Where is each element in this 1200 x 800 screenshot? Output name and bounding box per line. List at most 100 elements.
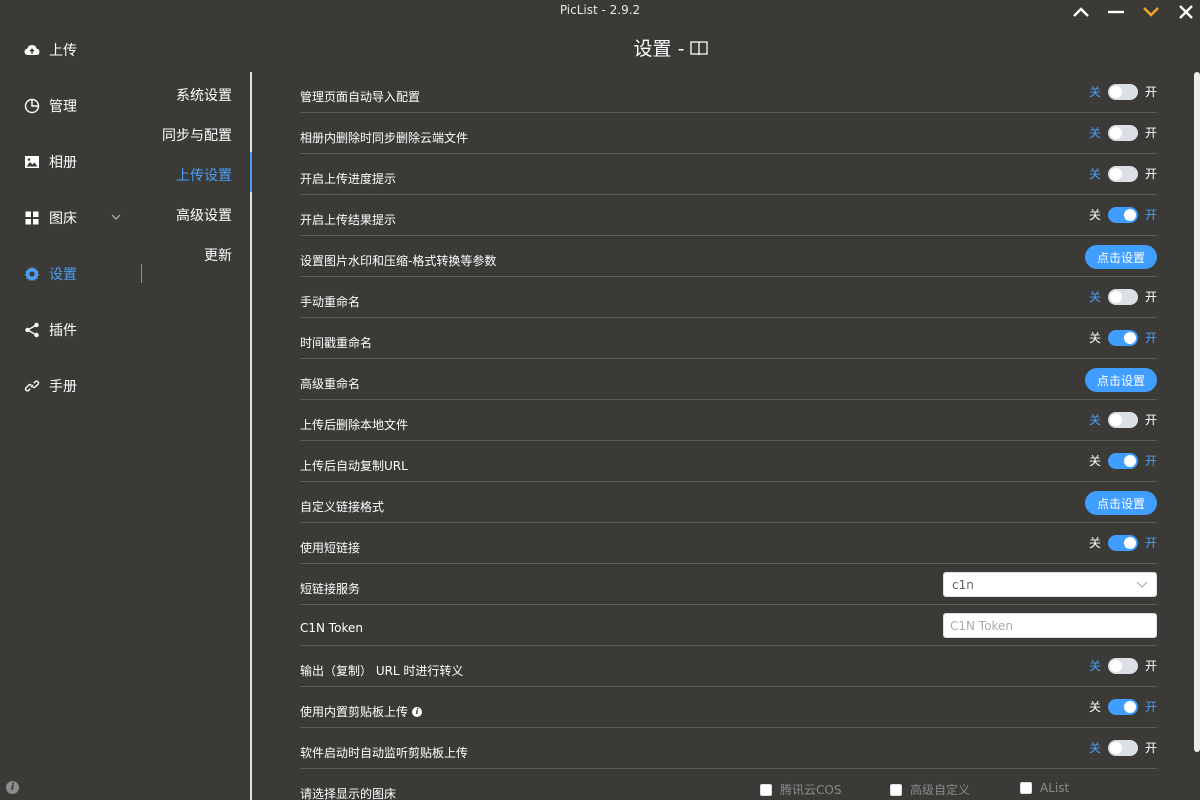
submenu-active-indicator [250, 152, 252, 192]
toggle-switch[interactable] [1107, 534, 1138, 551]
settings-row: 输出（复制） URL 时进行转义关开 [300, 646, 1157, 687]
chevron-down-icon [1136, 581, 1148, 588]
switch-off-label[interactable]: 关 [1089, 534, 1101, 551]
sidebar-item-label: 手册 [49, 379, 77, 395]
sidebar-item-plugins[interactable]: 插件 [24, 318, 144, 342]
row-label: 输出（复制） URL 时进行转义 [300, 662, 463, 679]
toggle-switch[interactable] [1107, 739, 1138, 756]
switch-off-label[interactable]: 关 [1089, 329, 1101, 346]
switch-knob [1109, 413, 1122, 426]
settings-row: 手动重命名关开 [300, 277, 1157, 318]
row-label: 使用短链接 [300, 539, 360, 556]
checkbox[interactable] [1020, 782, 1032, 794]
row-label: 相册内删除时同步删除云端文件 [300, 129, 468, 146]
switch-on-label[interactable]: 开 [1145, 411, 1157, 428]
submenu-advanced-settings[interactable]: 高级设置 [176, 205, 232, 225]
checkbox[interactable] [890, 783, 902, 796]
switch-off-label[interactable]: 关 [1089, 206, 1101, 223]
switch-off-label[interactable]: 关 [1089, 452, 1101, 469]
switch-on-label[interactable]: 开 [1145, 739, 1157, 756]
switch-knob [1109, 741, 1122, 754]
open-settings-button[interactable]: 点击设置 [1084, 245, 1157, 269]
page-title: 设置 - [0, 34, 1200, 61]
row-label: 高级重命名 [300, 375, 360, 392]
short-url-service-select[interactable]: c1n [943, 572, 1157, 597]
switch-on-label[interactable]: 开 [1145, 288, 1157, 305]
switch-off-label[interactable]: 关 [1089, 124, 1101, 141]
settings-row: 短链接服务 c1n [300, 564, 1157, 605]
switch-on-label[interactable]: 开 [1145, 124, 1157, 141]
toggle-switch[interactable] [1107, 452, 1138, 469]
checkbox-label: AList [1040, 781, 1070, 795]
submenu-sync-config[interactable]: 同步与配置 [162, 125, 232, 145]
switch-knob [1109, 85, 1122, 98]
open-settings-button[interactable]: 点击设置 [1084, 491, 1157, 515]
select-value: c1n [952, 577, 974, 592]
row-label: 使用内置剪贴板上传 i [300, 703, 423, 720]
link-icon [24, 380, 40, 392]
toggle-switch[interactable] [1107, 206, 1138, 223]
toggle-switch[interactable] [1107, 288, 1138, 305]
switch-knob [1109, 659, 1122, 672]
submenu-upload-settings[interactable]: 上传设置 [176, 165, 232, 185]
minimize-button[interactable] [1101, 0, 1131, 24]
toggle-switch[interactable] [1107, 165, 1138, 182]
settings-row: 时间戳重命名关开 [300, 318, 1157, 359]
switch-group: 关开 [1089, 657, 1157, 674]
chevron-down-icon[interactable] [110, 211, 122, 223]
checkbox-label: 腾讯云COS [780, 783, 842, 797]
switch-on-label[interactable]: 开 [1145, 165, 1157, 182]
switch-off-label[interactable]: 关 [1089, 698, 1101, 715]
scrollbar[interactable] [1194, 72, 1200, 752]
switch-off-label[interactable]: 关 [1089, 657, 1101, 674]
submenu-update[interactable]: 更新 [204, 245, 232, 265]
checkbox[interactable] [760, 783, 772, 796]
switch-off-label[interactable]: 关 [1089, 739, 1101, 756]
submenu-system-settings[interactable]: 系统设置 [176, 85, 232, 105]
info-icon[interactable]: i [6, 781, 19, 794]
close-button[interactable] [1171, 0, 1200, 24]
switch-on-label[interactable]: 开 [1145, 83, 1157, 100]
c1n-token-input[interactable] [943, 613, 1157, 638]
settings-row: 开启上传结果提示关开 [300, 195, 1157, 236]
picbed-option-cos[interactable]: 腾讯云COS [760, 781, 841, 798]
chevron-down-icon [1143, 7, 1159, 17]
picbed-option-advanced-custom[interactable]: 高级自定义 [890, 781, 970, 798]
toggle-switch[interactable] [1107, 698, 1138, 715]
row-label-text: 高级重命名 [300, 377, 361, 391]
switch-off-label[interactable]: 关 [1089, 83, 1101, 100]
open-settings-button[interactable]: 点击设置 [1084, 368, 1157, 392]
switch-knob [1109, 290, 1122, 303]
toggle-switch[interactable] [1107, 411, 1138, 428]
settings-row: 上传后删除本地文件关开 [300, 400, 1157, 441]
switch-on-label[interactable]: 开 [1145, 534, 1157, 551]
sidebar-item-album[interactable]: 相册 [24, 150, 144, 174]
sidebar-item-label: 相册 [49, 155, 77, 171]
switch-on-label[interactable]: 开 [1145, 452, 1157, 469]
book-icon[interactable] [690, 40, 709, 56]
collapse-up-button[interactable] [1066, 0, 1096, 24]
sidebar-item-upload[interactable]: 上传 [24, 38, 144, 62]
switch-group: 关开 [1089, 329, 1157, 346]
row-label-text: C1N Token [300, 621, 363, 635]
sidebar-item-settings[interactable]: 设置 [24, 262, 144, 286]
row-label: 软件启动时自动监听剪贴板上传 [300, 744, 468, 761]
switch-off-label[interactable]: 关 [1089, 411, 1101, 428]
sidebar-item-picbed[interactable]: 图床 [24, 206, 144, 230]
toggle-switch[interactable] [1107, 657, 1138, 674]
sidebar-item-manage[interactable]: 管理 [24, 94, 144, 118]
toggle-switch[interactable] [1107, 329, 1138, 346]
gear-icon [24, 266, 40, 281]
toggle-switch[interactable] [1107, 83, 1138, 100]
switch-on-label[interactable]: 开 [1145, 657, 1157, 674]
switch-off-label[interactable]: 关 [1089, 165, 1101, 182]
sidebar-item-manual[interactable]: 手册 [24, 374, 144, 398]
switch-on-label[interactable]: 开 [1145, 206, 1157, 223]
info-icon[interactable]: i [412, 706, 423, 717]
picbed-option-alist[interactable]: AList [1020, 781, 1069, 795]
toggle-switch[interactable] [1107, 124, 1138, 141]
switch-off-label[interactable]: 关 [1089, 288, 1101, 305]
switch-on-label[interactable]: 开 [1145, 329, 1157, 346]
collapse-down-button[interactable] [1136, 0, 1166, 24]
switch-on-label[interactable]: 开 [1145, 698, 1157, 715]
